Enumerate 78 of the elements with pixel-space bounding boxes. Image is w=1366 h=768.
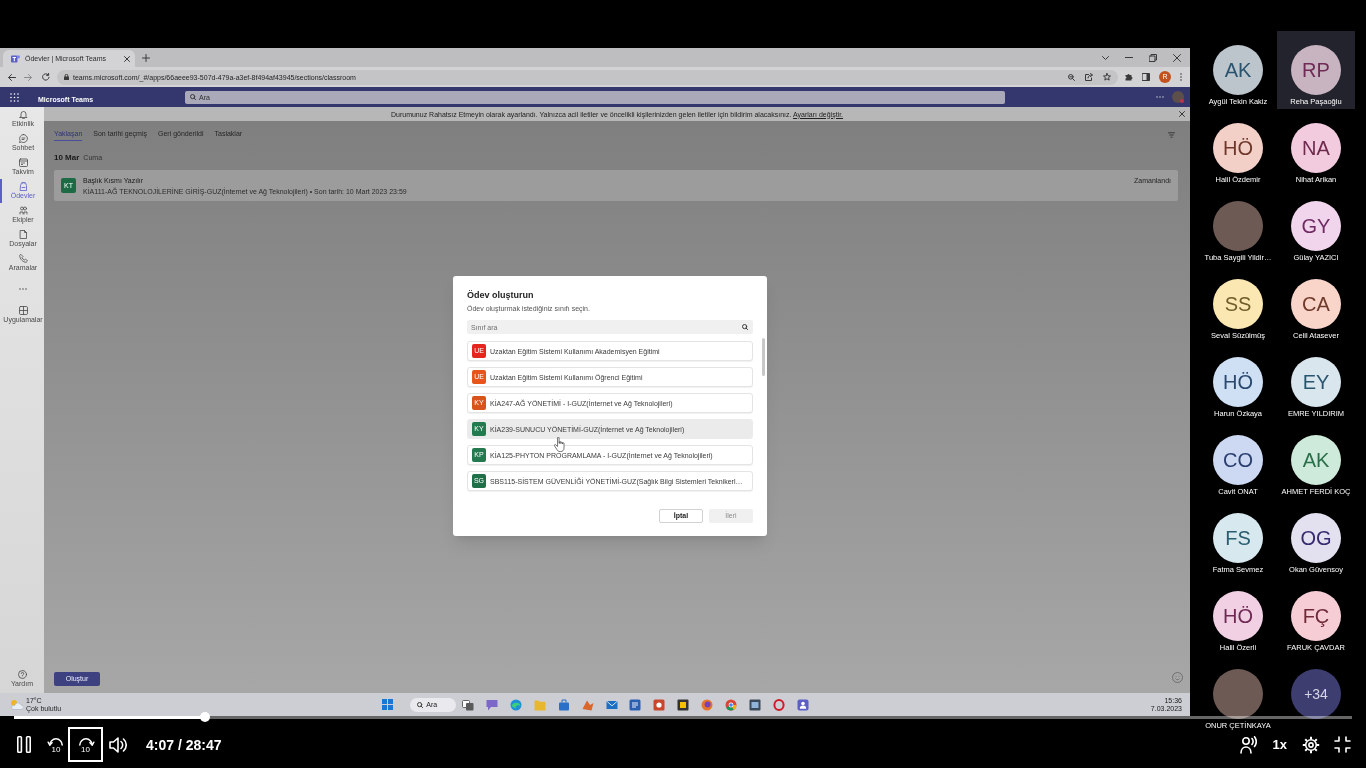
rewind-button[interactable]: 10	[44, 727, 68, 762]
app-launcher-icon[interactable]	[10, 92, 19, 102]
shopping-bag-icon[interactable]	[557, 698, 570, 711]
people-icon	[18, 206, 28, 215]
close-icon[interactable]	[1179, 111, 1185, 117]
zoom-out-icon[interactable]	[1068, 73, 1075, 81]
reload-icon[interactable]	[42, 73, 50, 81]
share-icon[interactable]	[1085, 73, 1093, 81]
mail-icon[interactable]	[605, 698, 618, 711]
document-icon[interactable]	[629, 698, 642, 711]
app-logo-icon	[11, 54, 20, 63]
ring-icon[interactable]	[772, 698, 785, 711]
scrollbar[interactable]	[762, 338, 765, 376]
app-tile-icon[interactable]	[677, 698, 690, 711]
circle-dot-icon[interactable]	[725, 698, 738, 711]
exit-fullscreen-icon[interactable]	[1334, 736, 1351, 753]
avatar: GY	[1291, 201, 1341, 251]
avatar: SS	[1213, 279, 1263, 329]
forward-arrow-icon	[76, 735, 95, 746]
rewind-arrow-icon	[47, 735, 65, 746]
task-view-icon[interactable]	[462, 698, 475, 711]
volume-icon[interactable]	[109, 735, 127, 754]
restore-icon[interactable]	[1149, 53, 1157, 62]
backpack-icon	[18, 182, 28, 191]
settings-icon[interactable]	[1302, 735, 1320, 754]
picture-icon[interactable]	[748, 698, 761, 711]
plus-icon[interactable]	[142, 53, 150, 62]
avatar: HÖ	[1213, 123, 1263, 173]
more-participants-button[interactable]: +34	[1291, 669, 1341, 719]
windows-logo-icon[interactable]	[381, 699, 393, 710]
status-dot-icon	[1180, 99, 1184, 103]
cloud-sun-icon	[9, 699, 23, 710]
search-icon	[417, 701, 424, 708]
avatar: OG	[1291, 513, 1341, 563]
round-app-icon[interactable]	[701, 698, 714, 711]
chat-icon	[18, 134, 28, 143]
chevron-down-icon[interactable]	[1102, 55, 1109, 60]
progress-track[interactable]	[14, 712, 1352, 722]
avatar: HÖ	[1213, 591, 1263, 641]
close-icon[interactable]	[1173, 53, 1181, 62]
lock-icon	[64, 74, 69, 80]
close-icon[interactable]	[124, 55, 130, 62]
avatar: EY	[1291, 357, 1341, 407]
file-icon	[18, 230, 28, 239]
playback-time: 4:07 / 28:47	[146, 735, 222, 754]
presentation-icon[interactable]	[653, 698, 666, 711]
search-icon	[742, 324, 748, 330]
side-panel-icon[interactable]	[1142, 73, 1150, 81]
search-icon	[190, 94, 196, 100]
hand-cursor-icon	[554, 437, 565, 452]
chat-bubble-icon[interactable]	[486, 698, 499, 711]
star-icon[interactable]	[1103, 73, 1111, 81]
dialog-title: Ödev oluşturun	[467, 290, 534, 301]
avatar: FÇ	[1291, 591, 1341, 641]
people-tile-icon[interactable]	[796, 698, 809, 711]
avatar: HÖ	[1213, 357, 1263, 407]
avatar: FS	[1213, 513, 1263, 563]
pause-icon[interactable]	[17, 736, 31, 753]
photo-placeholder	[1213, 669, 1263, 719]
calendar-icon	[18, 158, 28, 167]
avatar: RP	[1291, 45, 1341, 95]
date-heading: 10 Mar	[54, 153, 80, 163]
puzzle-icon[interactable]	[1125, 73, 1133, 81]
bell-icon	[18, 110, 28, 119]
phone-icon	[18, 254, 28, 263]
avatar: CA	[1291, 279, 1341, 329]
avatar: CO	[1213, 435, 1263, 485]
avatar: AK	[1291, 435, 1341, 485]
back-arrow-icon[interactable]	[8, 73, 16, 81]
progress-thumb[interactable]	[200, 712, 211, 722]
apps-grid-icon	[18, 306, 28, 315]
photo-placeholder	[1213, 201, 1263, 251]
avatar: NA	[1291, 123, 1341, 173]
help-icon	[17, 670, 27, 679]
playback-speed-button[interactable]: 1x	[1272, 736, 1287, 753]
avatar: AK	[1213, 45, 1263, 95]
person-speaking-icon[interactable]	[1239, 735, 1257, 754]
forward-button[interactable]: 10	[68, 727, 103, 762]
